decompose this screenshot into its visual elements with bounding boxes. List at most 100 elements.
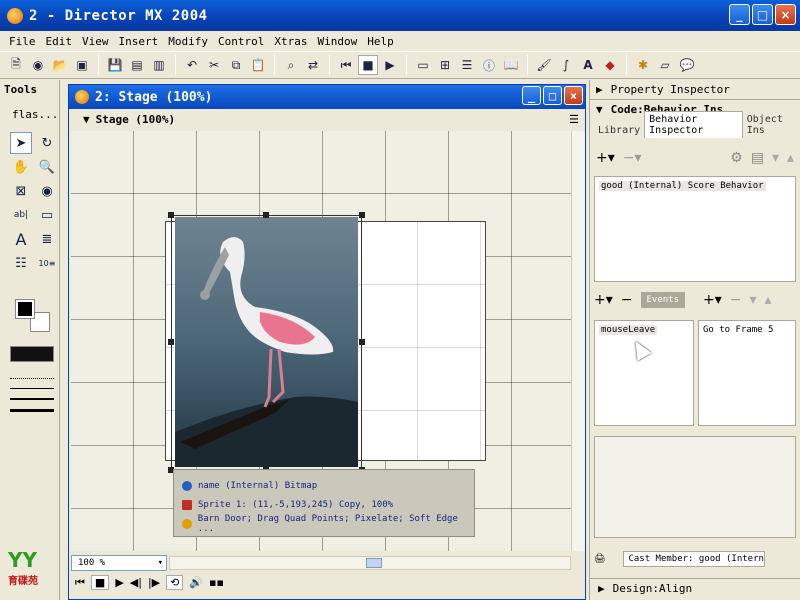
import-icon[interactable]: ▣ [72,55,92,75]
publish-icon[interactable]: ▥ [149,55,169,75]
menu-insert[interactable]: Insert [114,35,164,48]
expand-arrow-icon[interactable]: ▶ [598,582,605,595]
maximize-button[interactable]: □ [752,4,773,25]
undo-icon[interactable]: ↶ [182,55,202,75]
field-tool-icon[interactable]: ab| [10,204,32,226]
add-action-button[interactable]: +▾ [703,292,722,308]
open-icon[interactable]: 📂 [50,55,70,75]
scroll-thumb[interactable] [366,558,382,568]
add-behavior-button[interactable]: +▾ [596,150,615,166]
remove-behavior-button[interactable]: −▾ [623,150,642,166]
resize-handle[interactable] [168,339,174,345]
loop-icon[interactable]: ⟲ [166,575,184,590]
action-item[interactable]: Go to Frame 5 [703,325,791,335]
move-up-icon[interactable]: ▴ [787,150,794,166]
tab-library[interactable]: Library [594,123,644,138]
panel-options-icon[interactable]: ☰ [569,113,579,126]
rectangle-tool-icon[interactable]: ▭ [36,204,58,226]
step-back-icon[interactable]: ◀| [130,576,142,589]
stop-icon[interactable]: ■ [358,55,378,75]
volume-icon[interactable]: 🔊 [189,576,203,589]
library-icon[interactable]: 📖 [501,55,521,75]
arrow-tool-icon[interactable]: ➤ [10,132,32,154]
paint-icon[interactable]: 🖌 [534,55,554,75]
stage-close-button[interactable]: × [564,86,583,105]
radio-tool-icon[interactable]: ◉ [36,180,58,202]
sprite-info-icon[interactable] [182,499,192,510]
flash-button-icon[interactable]: ⊠ [10,180,32,202]
close-button[interactable]: × [775,4,796,25]
rewind-icon[interactable]: ⏮ [336,55,356,75]
play-button-icon[interactable]: ▶ [115,576,123,589]
events-list[interactable]: mouseLeave [594,320,694,426]
shockwave3d-icon[interactable]: ◆ [600,55,620,75]
rewind-button-icon[interactable]: ⏮ [75,576,85,590]
stage-horizontal-scrollbar[interactable] [169,556,571,570]
rotate-tool-icon[interactable]: ↻ [36,132,58,154]
cast-window-icon[interactable]: ⊞ [435,55,455,75]
action-up-icon[interactable]: ▴ [765,292,772,308]
cut-icon[interactable]: ✂ [204,55,224,75]
tool-set-dropdown[interactable]: flas... [12,108,59,121]
menu-control[interactable]: Control [213,35,269,48]
behavior-inspector-icon[interactable]: 💬 [677,55,697,75]
behavior-item[interactable]: good (Internal) Score Behavior [599,181,766,191]
script-icon[interactable]: ✱ [633,55,653,75]
menu-edit[interactable]: Edit [41,35,78,48]
menu-window[interactable]: Window [312,35,362,48]
paste-icon[interactable]: 📋 [248,55,268,75]
resize-handle[interactable] [168,212,174,218]
property-inspector-icon[interactable]: ⓘ [479,55,499,75]
menu-help[interactable]: Help [362,35,399,48]
property-inspector-header[interactable]: ▶ Property Inspector [590,80,800,99]
save-icon[interactable]: 💾 [105,55,125,75]
tab-object-inspector[interactable]: Object Ins [743,112,800,138]
color-picker-bar[interactable] [10,346,54,362]
stage-canvas[interactable]: name (Internal) Bitmap Sprite 1: (11,-5,… [71,131,571,551]
save-all-icon[interactable]: ▤ [127,55,147,75]
text-tool-icon[interactable]: A [10,228,32,250]
script-window-icon[interactable]: ▤ [751,150,764,166]
move-down-icon[interactable]: ▾ [772,150,779,166]
list-tool-icon[interactable]: ≣ [36,228,58,250]
zoom-select[interactable]: 100 % ▾ [71,555,167,571]
score-icon[interactable]: ☰ [457,55,477,75]
menu-xtras[interactable]: Xtras [269,35,312,48]
menu-view[interactable]: View [77,35,114,48]
find-icon[interactable]: ⌕ [281,55,301,75]
gears-icon[interactable]: ⚙ [730,150,743,166]
collapse-arrow-icon[interactable]: ▼ [83,113,90,126]
play-icon[interactable]: ▶ [380,55,400,75]
minimize-button[interactable]: _ [729,4,750,25]
behavior-list[interactable]: good (Internal) Score Behavior [594,176,796,282]
stop-button-icon[interactable]: ■ [90,575,110,590]
vector-icon[interactable]: ∫ [556,55,576,75]
resize-handle[interactable] [359,212,365,218]
design-align-header[interactable]: ▶ Design:Align [590,578,800,598]
stage-panel-header[interactable]: ▼ Stage (100%) ☰ [69,109,585,129]
zoom-tool-icon[interactable]: 🔍 [36,156,58,178]
copy-icon[interactable]: ⧉ [226,55,246,75]
remove-event-button[interactable]: − [621,292,633,308]
stage-icon[interactable]: ▭ [413,55,433,75]
menu-file[interactable]: File [4,35,41,48]
resize-handle[interactable] [359,339,365,345]
stage-vertical-scrollbar[interactable] [571,131,585,551]
resize-handle[interactable] [263,212,269,218]
line-width-selector[interactable] [10,378,54,421]
menu-modify[interactable]: Modify [163,35,213,48]
cast-member-icon[interactable]: 🖨 [594,554,605,564]
add-event-button[interactable]: +▾ [594,292,613,308]
exchange-icon[interactable]: ⇄ [303,55,323,75]
grid-tool-icon[interactable]: ☷ [10,252,32,274]
collapse-arrow-icon[interactable]: ▼ [596,103,603,116]
step-forward-icon[interactable]: |▶ [148,576,160,589]
event-item[interactable]: mouseLeave [599,325,658,335]
new-movie-icon[interactable]: 🗎 [6,55,26,75]
remove-action-button[interactable]: − [730,292,742,308]
message-icon[interactable]: ▱ [655,55,675,75]
expand-arrow-icon[interactable]: ▶ [596,83,603,96]
text-icon[interactable]: A [578,55,598,75]
new-cast-icon[interactable]: ◉ [28,55,48,75]
foreground-color-swatch[interactable] [15,299,35,319]
